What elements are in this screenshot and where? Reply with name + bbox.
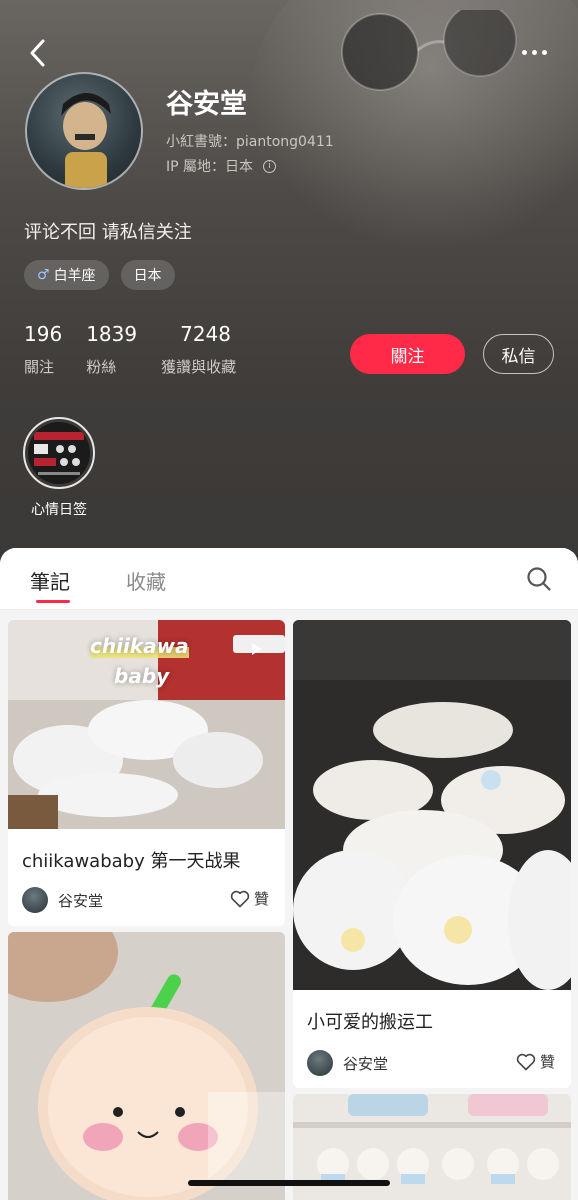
home-indicator[interactable] (188, 1180, 390, 1186)
more-dots-icon (521, 49, 527, 55)
ip-location-text: IP 屬地：日本 (166, 159, 254, 175)
note-cover (293, 620, 571, 990)
note-card[interactable] (8, 932, 285, 1200)
author-avatar[interactable] (22, 887, 48, 913)
highlight-label: 心情日签 (31, 502, 87, 518)
note-title: 小可爱的搬运工 (307, 1012, 433, 1033)
stat-value: 7248 (180, 322, 231, 346)
like-button[interactable]: 贊 (230, 888, 269, 909)
profile-tags: ♂ 白羊座 日本 (24, 260, 175, 290)
tab-notes[interactable]: 筆記 (30, 566, 70, 595)
note-cover: chiikawa baby (8, 620, 285, 829)
stat-followers[interactable]: 1839 粉絲 (86, 322, 137, 377)
note-author-row: 谷安堂 贊 (22, 885, 271, 915)
tab-bar: 筆記 收藏 (0, 548, 578, 610)
profile-bio: 评论不回 请私信关注 (24, 222, 192, 243)
note-cover (8, 932, 285, 1200)
more-dots-icon (541, 49, 547, 55)
stat-label: 獲讚與收藏 (161, 358, 237, 376)
author-name[interactable]: 谷安堂 (58, 890, 103, 911)
highlight-mood-card[interactable]: 心情日签 (23, 417, 95, 519)
author-name[interactable]: 谷安堂 (343, 1053, 388, 1074)
stat-value: 196 (24, 322, 63, 346)
note-title: chiikawababy 第一天战果 (22, 851, 241, 872)
info-icon[interactable]: i (263, 159, 277, 173)
stat-likes-collections[interactable]: 7248 獲讚與收藏 (161, 322, 236, 377)
note-author-row: 谷安堂 贊 (307, 1048, 557, 1078)
tag-location: 日本 (120, 260, 175, 290)
heart-icon (230, 890, 250, 907)
stat-label: 粉絲 (86, 358, 117, 376)
content-panel: 筆記 收藏 chiikawa baby chiikawababy 第一天战果 谷… (0, 548, 578, 1200)
message-button[interactable]: 私信 (483, 334, 554, 374)
tag-zodiac: ♂ 白羊座 (24, 260, 109, 290)
like-button[interactable]: 贊 (516, 1051, 555, 1072)
note-cover-image (293, 620, 571, 990)
tag-label: 白羊座 (53, 268, 96, 284)
chevron-left-icon (30, 39, 45, 67)
active-tab-indicator (36, 600, 70, 603)
note-cover-image (8, 932, 285, 1200)
avatar-illustration (61, 93, 111, 188)
profile-avatar[interactable] (25, 72, 143, 190)
note-card[interactable]: 小可爱的搬运工 谷安堂 贊 (293, 620, 571, 1088)
cover-caption-line1: chiikawa (90, 634, 189, 658)
heart-icon (516, 1053, 536, 1070)
follow-button[interactable]: 關注 (350, 334, 465, 374)
profile-ip-location: IP 屬地：日本 i (166, 156, 277, 176)
cover-caption-line2: baby (114, 664, 170, 688)
stat-label: 關注 (24, 358, 55, 376)
stat-value: 1839 (86, 322, 138, 346)
profile-nickname: 谷安堂 (166, 89, 247, 120)
highlight-image (28, 422, 90, 484)
tag-label: 日本 (133, 268, 162, 284)
search-icon[interactable] (526, 566, 552, 592)
male-icon: ♂ (37, 267, 50, 283)
highlight-ring (23, 417, 95, 489)
back-button[interactable] (22, 36, 52, 70)
video-play-icon (252, 643, 262, 655)
like-label: 贊 (539, 1053, 555, 1071)
tab-collections[interactable]: 收藏 (126, 566, 166, 595)
profile-red-id: 小紅書號：piantong0411 (166, 134, 334, 150)
more-options-button[interactable] (514, 40, 554, 64)
more-dots-icon (531, 49, 537, 55)
profile-stats: 196 關注 1839 粉絲 7248 獲讚與收藏 (24, 322, 260, 377)
highlight-thumbnail (28, 422, 90, 484)
like-label: 贊 (253, 890, 269, 908)
author-avatar[interactable] (307, 1050, 333, 1076)
background-glasses-art (341, 10, 517, 91)
note-card[interactable]: chiikawa baby chiikawababy 第一天战果 谷安堂 贊 (8, 620, 285, 926)
stat-following[interactable]: 196 關注 (24, 322, 62, 377)
